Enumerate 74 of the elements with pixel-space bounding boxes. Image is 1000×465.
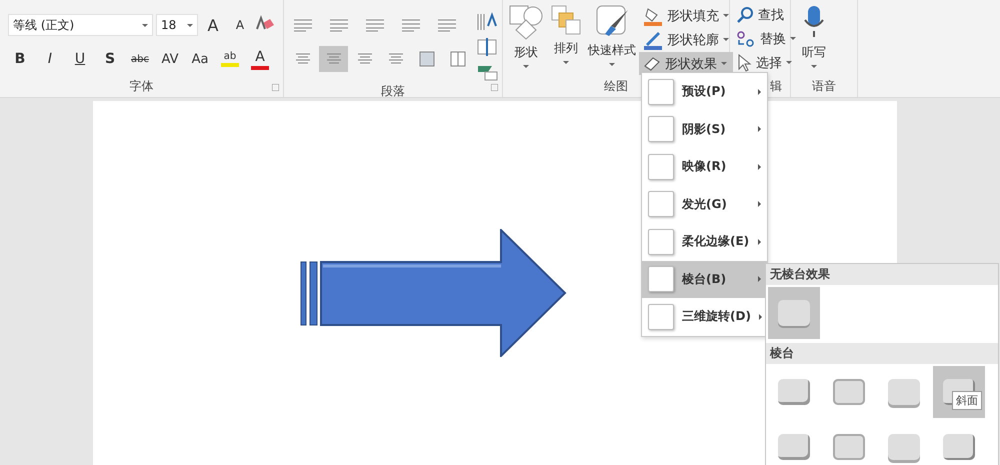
search-icon (736, 6, 754, 24)
bold-button[interactable]: B (8, 46, 32, 72)
group-label: 辑 (770, 78, 782, 95)
font-name-field[interactable]: 等线 (正文) (8, 14, 153, 36)
columns-icon (450, 51, 466, 67)
pencil-icon (643, 30, 663, 50)
menu-item[interactable]: 棱台(B) (642, 260, 767, 298)
find-button[interactable]: 查找 (732, 3, 800, 26)
launcher-icon[interactable] (491, 84, 498, 91)
styles-button[interactable]: 快速样式 (585, 4, 639, 77)
shapes-button[interactable]: 形状 (505, 4, 547, 77)
strike-button[interactable]: abc (128, 46, 152, 72)
submenu-arrow-icon (758, 88, 761, 95)
bevel-option[interactable] (768, 287, 820, 339)
effect-preview-icon (648, 266, 674, 292)
effect-preview-icon (648, 154, 674, 180)
align-icon (326, 53, 342, 65)
shadow-button[interactable]: S (98, 46, 122, 72)
launcher-icon[interactable] (272, 84, 279, 91)
group-label: 绘图 (604, 78, 628, 95)
align-button[interactable] (319, 46, 348, 72)
microphone-icon (802, 4, 826, 40)
effect-preview-icon (648, 304, 674, 330)
menu-item[interactable]: 柔化边缘(E) (642, 223, 767, 260)
columns-icon (418, 51, 434, 67)
menu-item[interactable]: 发光(G) (642, 186, 767, 223)
submenu-arrow-icon (758, 164, 761, 170)
menu-item[interactable]: 阴影(S) (642, 110, 767, 148)
fill-button[interactable]: 形状填充 (639, 4, 733, 27)
effect-preview-icon (648, 116, 674, 142)
replace-button[interactable]: 替换 (732, 27, 800, 50)
shrink-font-button[interactable]: A (228, 12, 252, 38)
section-title: 无棱台效果 (766, 264, 998, 285)
group-label: 语音 (812, 78, 836, 95)
replace-icon (736, 30, 756, 48)
submenu-arrow-icon (758, 314, 762, 320)
numbering-icon (329, 18, 349, 32)
align-icon (356, 53, 372, 65)
arrange-icon (550, 4, 582, 36)
group-label: 段落 (381, 83, 405, 100)
bullets-icon (293, 18, 313, 32)
italic-button[interactable]: I (38, 46, 62, 72)
text-direction-icon[interactable] (476, 12, 500, 32)
align-icon (294, 53, 310, 65)
group-label: 字体 (130, 78, 154, 95)
effect-preview-icon (648, 78, 674, 105)
grow-font-button[interactable]: A (201, 12, 225, 38)
submenu-arrow-icon (758, 126, 761, 132)
submenu-arrow-icon (758, 238, 761, 245)
section-title: 棱台 (766, 343, 998, 364)
paint-bucket-icon (643, 6, 663, 26)
font-color-button[interactable]: A (248, 46, 272, 72)
arrange-button[interactable]: 排列 (547, 4, 585, 77)
align-icon (388, 53, 404, 65)
spacing-button[interactable]: AV (158, 46, 182, 72)
font-size-field[interactable]: 18 (156, 14, 198, 36)
dictate-button[interactable]: 听写 (799, 4, 829, 77)
case-button[interactable]: Aa (188, 46, 212, 72)
indent-icon (401, 18, 421, 32)
highlight-button[interactable]: ab (218, 46, 242, 72)
outline-button[interactable]: 形状轮廓 (639, 28, 733, 51)
menu-item[interactable]: 预设(P) (642, 73, 767, 110)
submenu-arrow-icon (758, 201, 761, 208)
effect-preview-icon (648, 191, 674, 218)
underline-button[interactable]: U (68, 46, 92, 72)
menu-item[interactable]: 映像(R) (642, 148, 767, 186)
brush-icon (595, 4, 629, 38)
menu-item[interactable]: 三维旋转(D) (642, 298, 767, 336)
line-spacing-icon (437, 18, 457, 32)
tooltip: 斜面 (952, 391, 982, 410)
outdent-icon (365, 18, 385, 32)
shapes-icon (508, 4, 544, 40)
effect-preview-icon (648, 228, 674, 255)
submenu-arrow-icon (758, 276, 761, 282)
